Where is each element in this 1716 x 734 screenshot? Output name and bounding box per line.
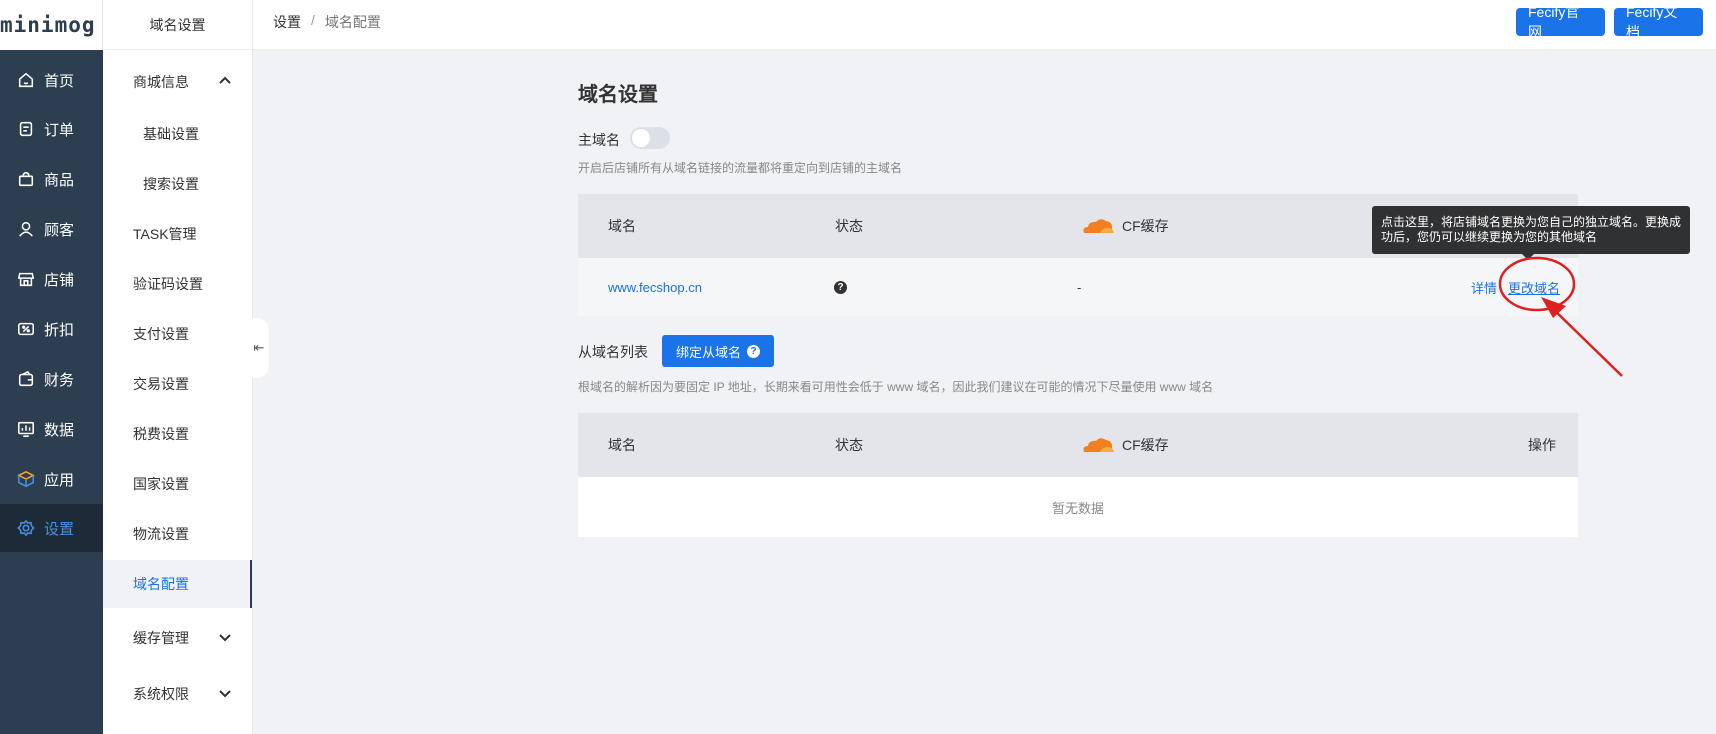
subnav-item-domain[interactable]: 域名配置 xyxy=(103,560,252,608)
user-icon xyxy=(16,219,36,239)
chart-icon xyxy=(16,419,36,439)
help-icon: ? xyxy=(747,344,761,358)
change-domain-tooltip: 点击这里，将店铺域名更换为您自己的独立域名。更换成功后，您仍可以继续更换为您的其… xyxy=(1372,206,1690,260)
subnav-item-search[interactable]: 搜索设置 xyxy=(103,160,252,208)
subnav-item-permissions[interactable]: 系统权限 xyxy=(103,670,252,718)
column-cf-cache: CF缓存 xyxy=(1080,413,1169,477)
fecify-website-button[interactable]: Fecify官网 xyxy=(1516,4,1605,40)
fecify-docs-button[interactable]: Fecify文档 xyxy=(1614,4,1703,40)
nav-item-data[interactable]: 数据 xyxy=(0,405,103,453)
detail-link[interactable]: 详情 xyxy=(1471,258,1497,316)
table-header: 域名 状态 CF缓存 操作 xyxy=(578,413,1578,477)
subnav-item-payment[interactable]: 支付设置 xyxy=(103,310,252,358)
primary-domain-toggle[interactable] xyxy=(630,127,670,149)
bind-secondary-domain-button[interactable]: 绑定从域名 ? xyxy=(662,335,775,367)
nav-item-settings[interactable]: 设置 xyxy=(0,504,103,552)
collapse-sidebar-button[interactable]: ⇤ xyxy=(249,318,269,378)
subnav-item-captcha[interactable]: 验证码设置 xyxy=(103,260,252,308)
primary-domain-hint: 开启后店铺所有从域名链接的流量都将重定向到店铺的主域名 xyxy=(578,161,903,175)
subnav-item-basic[interactable]: 基础设置 xyxy=(103,110,252,158)
primary-domain-label: 主域名 xyxy=(578,132,620,148)
subnav-item-tax[interactable]: 税费设置 xyxy=(103,410,252,458)
cloudflare-icon xyxy=(1083,219,1114,233)
collapse-menu-icon: ⇤ xyxy=(253,340,265,355)
subnav-item-country[interactable]: 国家设置 xyxy=(103,460,252,508)
empty-state: 暂无数据 xyxy=(578,477,1578,537)
column-domain: 域名 xyxy=(608,218,636,234)
top-header: 设置 / 域名配置 Fecify官网 Fecify文档 xyxy=(253,0,1716,50)
store-icon xyxy=(16,269,36,289)
breadcrumb-current: 域名配置 xyxy=(324,14,381,30)
breadcrumb-separator: / xyxy=(311,12,315,28)
discount-icon xyxy=(16,319,36,339)
nav-item-finance[interactable]: 财务 xyxy=(0,355,103,403)
settings-subnav: 域名设置 商城信息 基础设置 搜索设置 TASK管理 验证码设置 支付设置 交易… xyxy=(103,0,253,734)
nav-item-customers[interactable]: 顾客 xyxy=(0,205,103,253)
column-cf-cache: CF缓存 xyxy=(1080,194,1169,258)
chevron-down-icon xyxy=(218,630,232,644)
column-domain: 域名 xyxy=(608,437,636,453)
secondary-domain-label: 从域名列表 xyxy=(578,344,648,360)
chevron-up-icon xyxy=(218,74,232,88)
column-actions: 操作 xyxy=(1528,437,1556,453)
change-domain-link[interactable]: 更改域名 xyxy=(1508,258,1560,316)
order-icon xyxy=(16,119,36,139)
logo[interactable]: minimog xyxy=(0,0,103,50)
nav-item-orders[interactable]: 订单 xyxy=(0,105,103,153)
toggle-knob xyxy=(632,129,650,147)
cf-cache-value: - xyxy=(1077,279,1082,295)
column-status: 状态 xyxy=(835,218,863,234)
column-status: 状态 xyxy=(835,437,863,453)
cloudflare-icon xyxy=(1083,438,1114,452)
status-help-icon[interactable]: ? xyxy=(834,258,847,316)
nav-item-products[interactable]: 商品 xyxy=(0,155,103,203)
gear-icon xyxy=(16,518,36,538)
primary-domain-value[interactable]: www.fecshop.cn xyxy=(608,258,702,316)
primary-sidebar: minimog 首页 订单 商品 顾客 店铺 折扣 财务 数据 应用 设置 xyxy=(0,0,103,734)
chevron-down-icon xyxy=(218,686,232,700)
breadcrumb-settings[interactable]: 设置 xyxy=(273,12,301,32)
secondary-domain-table: 域名 状态 CF缓存 操作 暂无数据 xyxy=(578,413,1578,537)
subnav-item-task[interactable]: TASK管理 xyxy=(103,210,252,258)
secondary-domain-hint: 根域名的解析因为要固定 IP 地址，长期来看可用性会低于 www 域名，因此我们… xyxy=(578,380,1214,394)
subnav-title: 域名设置 xyxy=(103,0,252,50)
page-title: 域名设置 xyxy=(578,84,658,106)
cube-icon xyxy=(16,469,36,489)
nav-item-discount[interactable]: 折扣 xyxy=(0,305,103,353)
subnav-item-shop-info[interactable]: 商城信息 xyxy=(103,58,252,106)
nav-item-home[interactable]: 首页 xyxy=(0,56,103,104)
home-icon xyxy=(16,70,36,90)
subnav-item-cache[interactable]: 缓存管理 xyxy=(103,614,252,662)
subnav-item-logistics[interactable]: 物流设置 xyxy=(103,510,252,558)
nav-item-store[interactable]: 店铺 xyxy=(0,255,103,303)
bag-icon xyxy=(16,169,36,189)
table-row: www.fecshop.cn ? - 详情 更改域名 xyxy=(578,258,1578,316)
nav-item-apps[interactable]: 应用 xyxy=(0,455,103,503)
breadcrumb: 设置 / 域名配置 xyxy=(273,12,381,32)
subnav-item-trade[interactable]: 交易设置 xyxy=(103,360,252,408)
wallet-icon xyxy=(16,369,36,389)
